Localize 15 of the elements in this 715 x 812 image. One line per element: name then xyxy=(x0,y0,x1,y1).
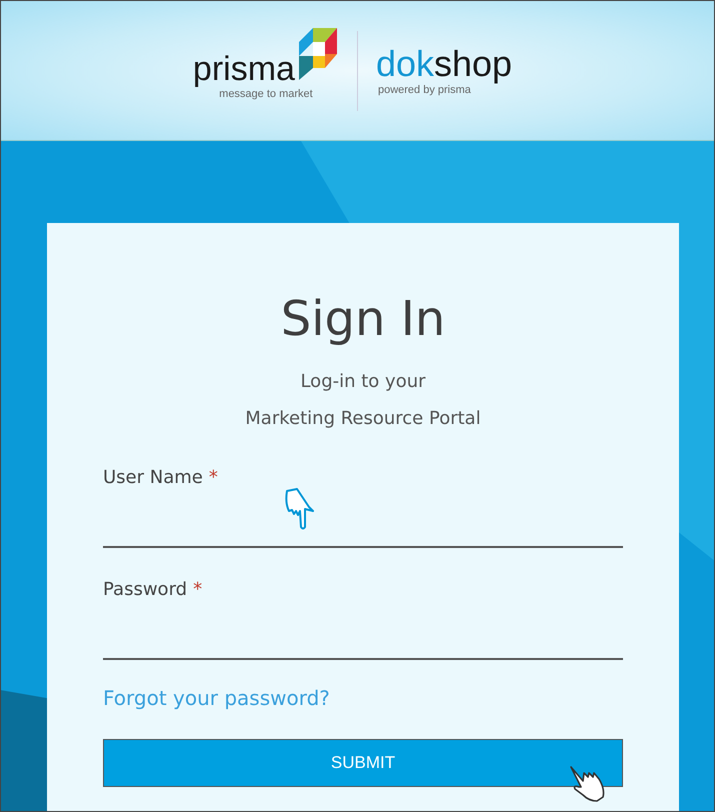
field-label: Password xyxy=(103,579,188,600)
field-label: User Name xyxy=(103,467,203,488)
forgot-password-link[interactable]: Forgot your password? xyxy=(103,686,330,710)
submit-button[interactable]: SUBMIT xyxy=(103,739,623,787)
subtitle-line: Marketing Resource Portal xyxy=(245,408,481,429)
required-mark: * xyxy=(208,467,218,488)
brand-tagline: message to market xyxy=(219,88,313,100)
shop-tagline: powered by prisma xyxy=(378,84,471,96)
shop-name: dokshop xyxy=(376,46,512,82)
sign-in-title: Sign In xyxy=(280,295,446,343)
subtitle-line: Log-in to your xyxy=(300,371,426,392)
required-mark: * xyxy=(193,579,202,600)
pointing-hand-icon xyxy=(283,487,317,531)
logo-icon xyxy=(298,28,339,80)
brand-name: prisma xyxy=(192,52,295,86)
